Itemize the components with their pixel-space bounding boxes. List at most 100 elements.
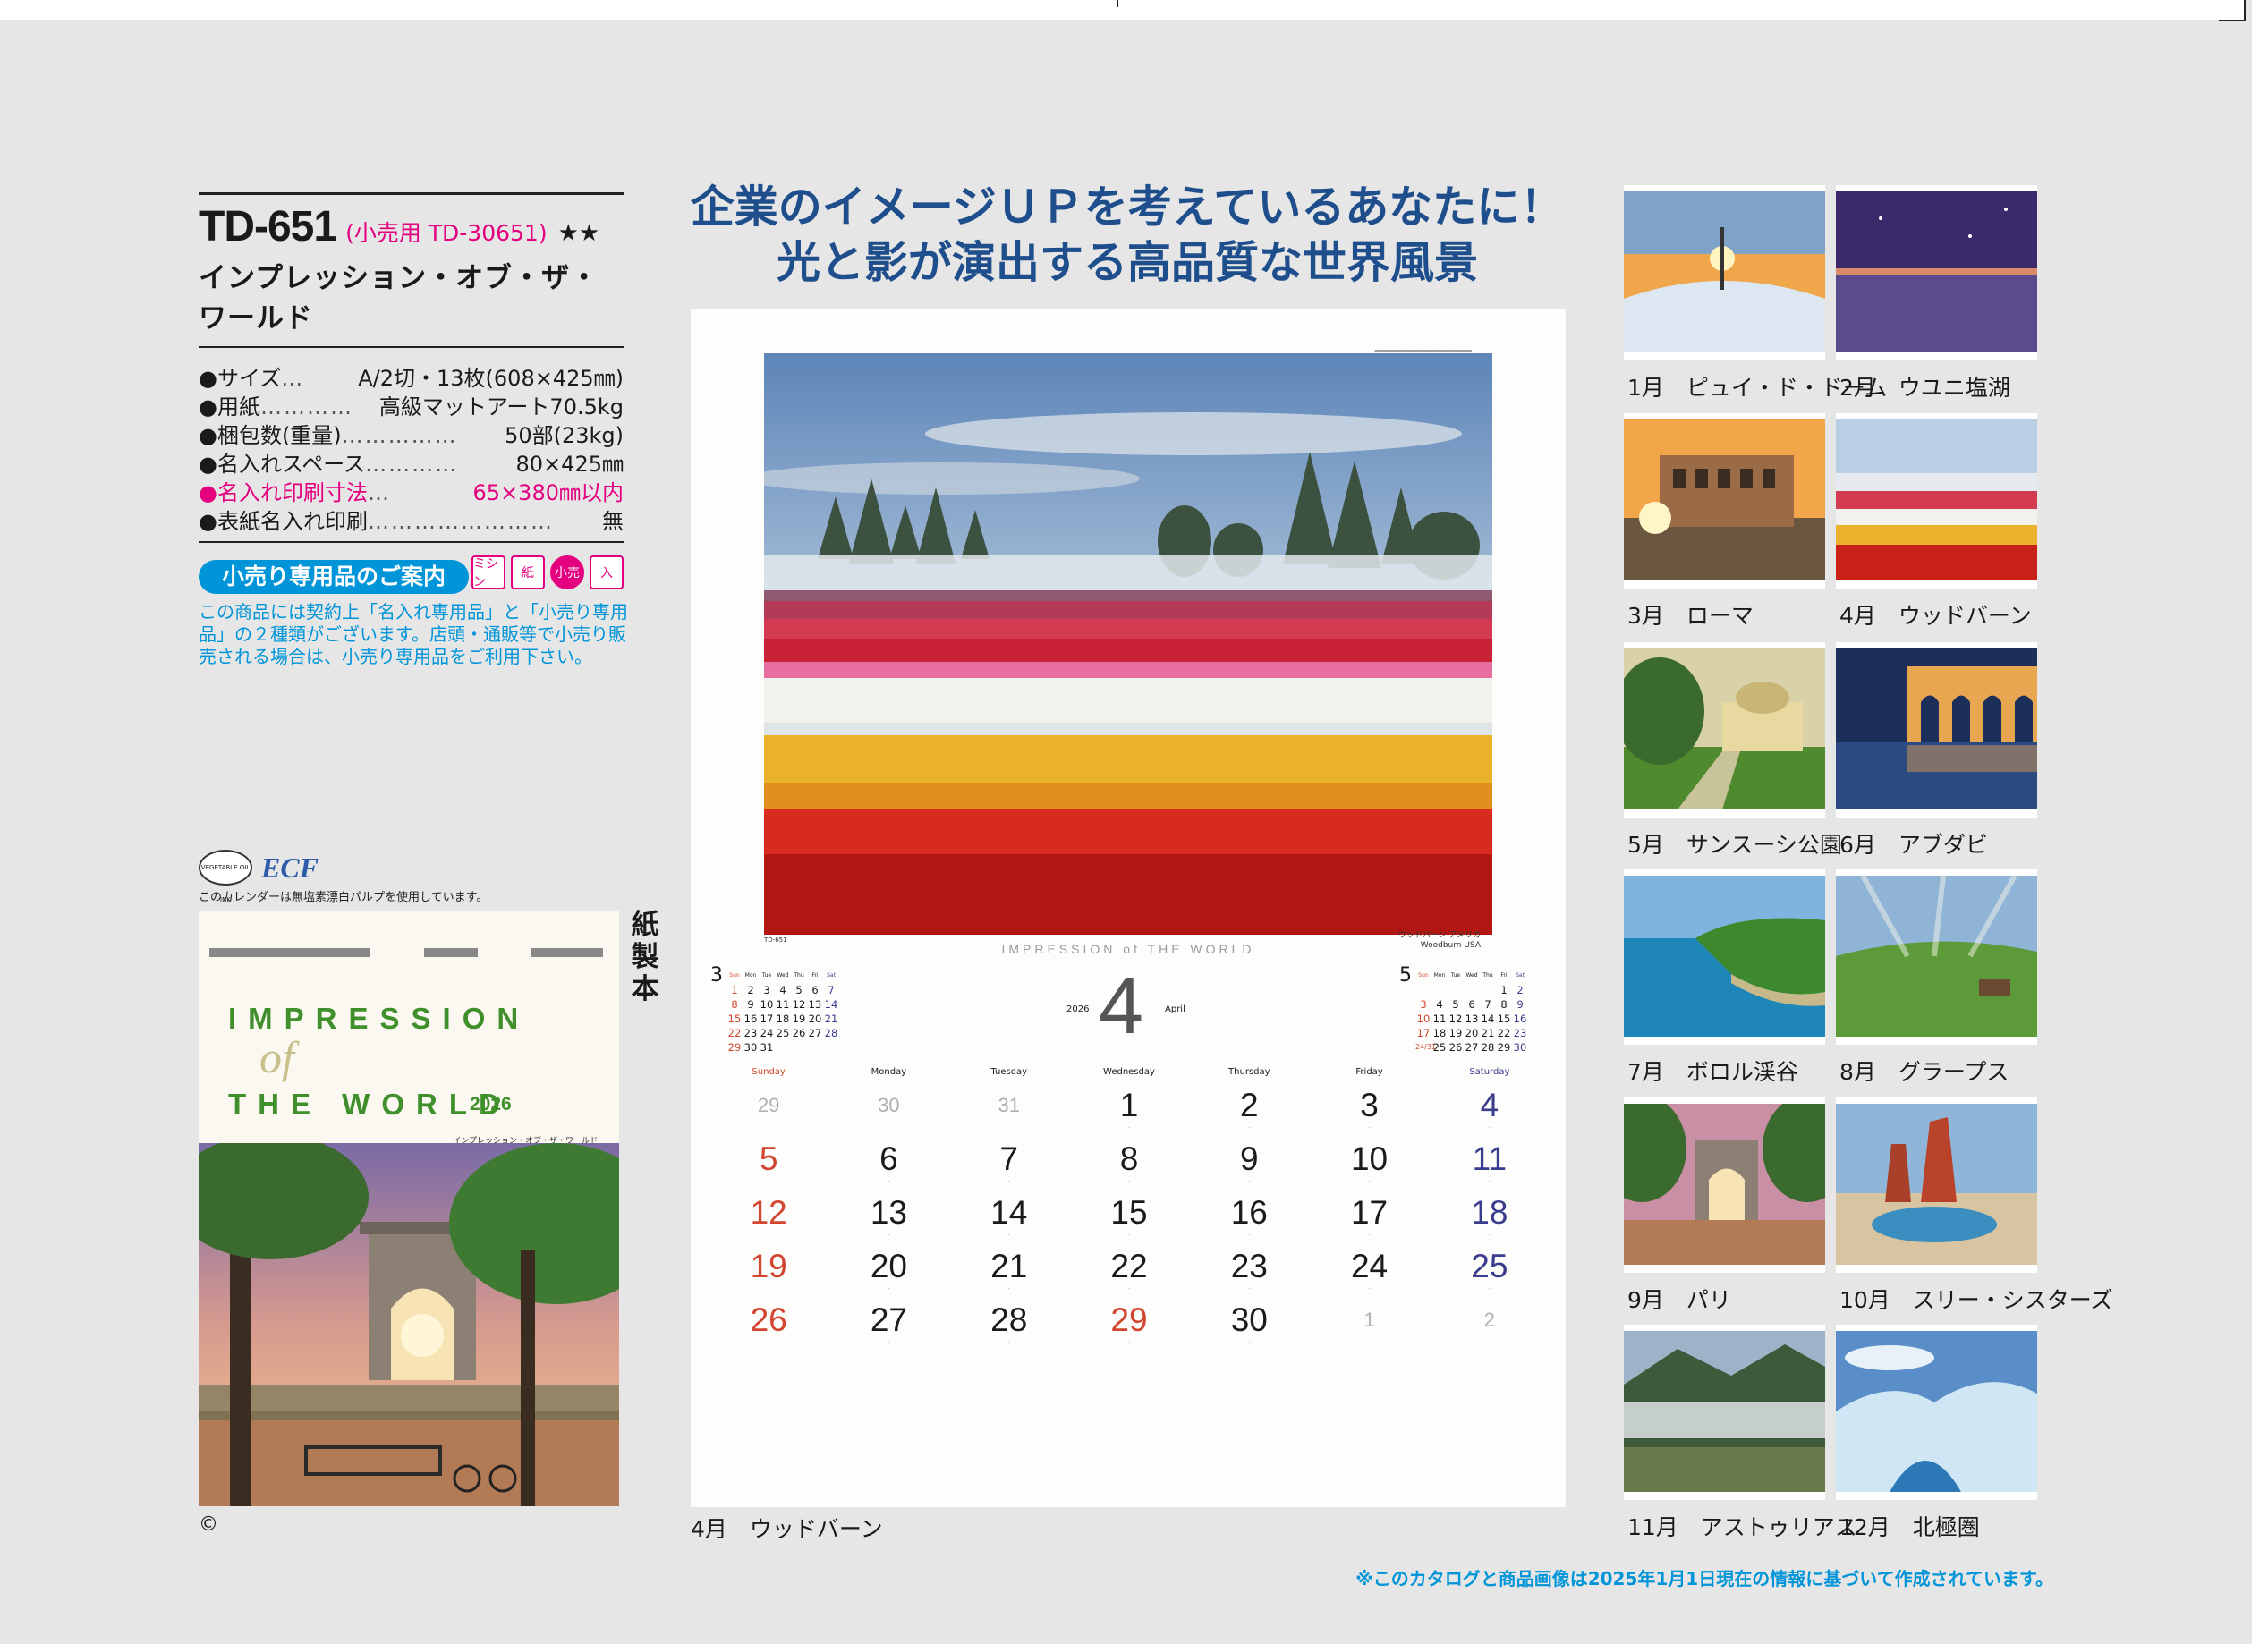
day-number: 17 (1350, 1194, 1389, 1231)
product-code: TD-651 (199, 203, 337, 250)
rokuyo-mark: · (1007, 1340, 1010, 1345)
spec-row: ●サイズ… A/2切・13枚(608×425㎜) (199, 364, 624, 393)
retail-notice-text: この商品には契約上「名入れ専用品」と「小売り専用品」の２種類がございます。店頭・… (199, 601, 628, 667)
mini-day (1480, 983, 1496, 997)
day-number: 28 (990, 1301, 1028, 1338)
ecf-logo: ECF (261, 851, 319, 884)
rokuyo-mark: · (1127, 1340, 1130, 1345)
thumbnail-night-lake (1836, 185, 2037, 360)
mini-day: 26 (1448, 1041, 1463, 1054)
day-number: 6 (879, 1140, 898, 1177)
mini-day: 13 (1465, 1013, 1479, 1025)
rokuyo-mark: · (888, 1179, 890, 1184)
day-number: 7 (999, 1140, 1018, 1177)
mini-weekday: Sat (827, 972, 836, 979)
day-number: 16 (1230, 1194, 1268, 1231)
weekday-label: Monday (871, 1067, 907, 1077)
mini-weekday: Mon (1433, 972, 1446, 979)
spec-dots: … (367, 480, 391, 505)
mini-day: 13 (808, 998, 822, 1011)
mini-day: 11 (776, 998, 790, 1011)
right-margin-band (2252, 0, 2268, 1644)
mini-day: 14 (824, 998, 838, 1011)
thumbnail-label: 6月 アブダビ (1839, 832, 1988, 858)
calendar-day: 6 · (828, 1140, 948, 1194)
day-number: 3 (1360, 1087, 1379, 1123)
rokuyo-mark: · (1007, 1233, 1010, 1238)
mini-day: 8 (731, 998, 738, 1011)
spec-row: ●用紙………… 高級マットアート70.5kg (199, 393, 624, 421)
mini-day: 7 (828, 984, 835, 996)
binding-type-label: 紙製本 (631, 909, 659, 1005)
spec-value: 65×380㎜以内 (472, 480, 624, 505)
thumbnail-label: 11月 アストゥリアス (1627, 1514, 1857, 1540)
rokuyo-mark: · (1248, 1340, 1251, 1345)
calendar-day: 27 · (828, 1301, 948, 1355)
product-code-line: TD-651 (小売用 TD-30651) ★★ (199, 202, 624, 251)
thumbnail-label: 10月 スリー・シスターズ (1839, 1287, 2113, 1313)
rokuyo-mark: · (1248, 1125, 1251, 1131)
spec-key: ●名入れ印刷寸法 (199, 480, 368, 505)
thumbnail-park (1624, 642, 1825, 818)
mini-day (1464, 983, 1480, 997)
thumbnail-photo (1836, 1104, 2037, 1265)
rokuyo-mark: · (1368, 1125, 1371, 1131)
thumbnail-photo (1624, 419, 1825, 580)
calendar-day: 2 · (1189, 1087, 1309, 1140)
day-number: 20 (870, 1248, 907, 1284)
thumbnail-coast (1624, 869, 1825, 1045)
mini-day: 9 (1516, 998, 1524, 1011)
spec-key: ●梱包数(重量) (199, 423, 342, 448)
spec-key: ●表紙名入れ印刷 (199, 509, 368, 534)
mini-day: 18 (1432, 1027, 1447, 1039)
mini-day: 15 (1497, 1013, 1511, 1025)
thumbnail-tulips (1836, 413, 2037, 589)
thumbnail-photo (1836, 1331, 2037, 1492)
rokuyo-mark: · (888, 1286, 890, 1292)
thumbnail-meadow (1836, 869, 2037, 1045)
mini-day: 9 (747, 998, 754, 1011)
rokuyo-mark: · (888, 1233, 890, 1238)
calendar-day: 4 · (1430, 1087, 1550, 1140)
spec-dots: …………………… (367, 509, 554, 534)
calendar-day: 26 · (709, 1301, 828, 1355)
mini-weekday: Tue (761, 972, 772, 979)
calendar-day: 28 · (949, 1301, 1069, 1355)
mini-grid: Sun Mon Tue Wed Thu Fri Sat 1 2 3 4 5 6 7 8 9 10 11 12 13 14… (1415, 969, 1528, 1055)
thumbnail-label: 12月 北極圏 (1839, 1514, 1980, 1540)
spec-row: ●名入れ印刷寸法… 65×380㎜以内 (199, 479, 624, 507)
spec-value: 50部(23kg) (505, 423, 624, 448)
headline-line2: 光と影が演出する高品質な世界風景 (776, 236, 1478, 288)
mini-day: 12 (1448, 1013, 1463, 1025)
day-number: 9 (1239, 1140, 1259, 1177)
catalog-footnote: ※このカタログと商品画像は2025年1月1日現在の情報に基づいて作成されています… (1355, 1568, 2053, 1589)
divider (199, 346, 624, 348)
weekday-label: Saturday (1469, 1067, 1510, 1077)
spec-dots: ………… (365, 452, 459, 477)
rokuyo-mark: · (1368, 1233, 1371, 1238)
mini-day: 23 (1513, 1027, 1527, 1039)
thumbnail-paris (1624, 1097, 1825, 1273)
mini-day: 2 (747, 984, 754, 996)
mini-day (807, 1040, 823, 1055)
mini-day: 29 (727, 1041, 742, 1054)
mini-day: 10 (1416, 1013, 1431, 1025)
rokuyo-mark: · (1127, 1125, 1130, 1131)
headline: 企業のイメージＵＰを考えているあなたに！ 光と影が演出する高品質な世界風景 (644, 179, 1610, 290)
mini-weekday: Sun (729, 972, 740, 979)
retail-notice-title: 小売り専用品のご案内 (199, 560, 470, 594)
day-number: 22 (1110, 1248, 1148, 1284)
day-number: 29 (1110, 1301, 1148, 1338)
rokuyo-mark: · (768, 1179, 770, 1184)
mini-day: 5 (1452, 998, 1459, 1011)
day-number: 18 (1471, 1194, 1508, 1231)
spec-list: ●サイズ… A/2切・13枚(608×425㎜) ●用紙………… 高級マットアート70… (199, 364, 624, 536)
mini-month-number: 3 (710, 964, 723, 987)
mini-weekday: Fri (1500, 972, 1508, 979)
calendar-day: 13 · (828, 1194, 948, 1248)
mini-day: 19 (1448, 1027, 1463, 1039)
calendar-day: 12 · (709, 1194, 828, 1248)
cover-photo-arc-de-triomphe (199, 1143, 619, 1506)
mini-day: 30 (1513, 1041, 1527, 1054)
rokuyo-mark: · (1488, 1286, 1491, 1292)
